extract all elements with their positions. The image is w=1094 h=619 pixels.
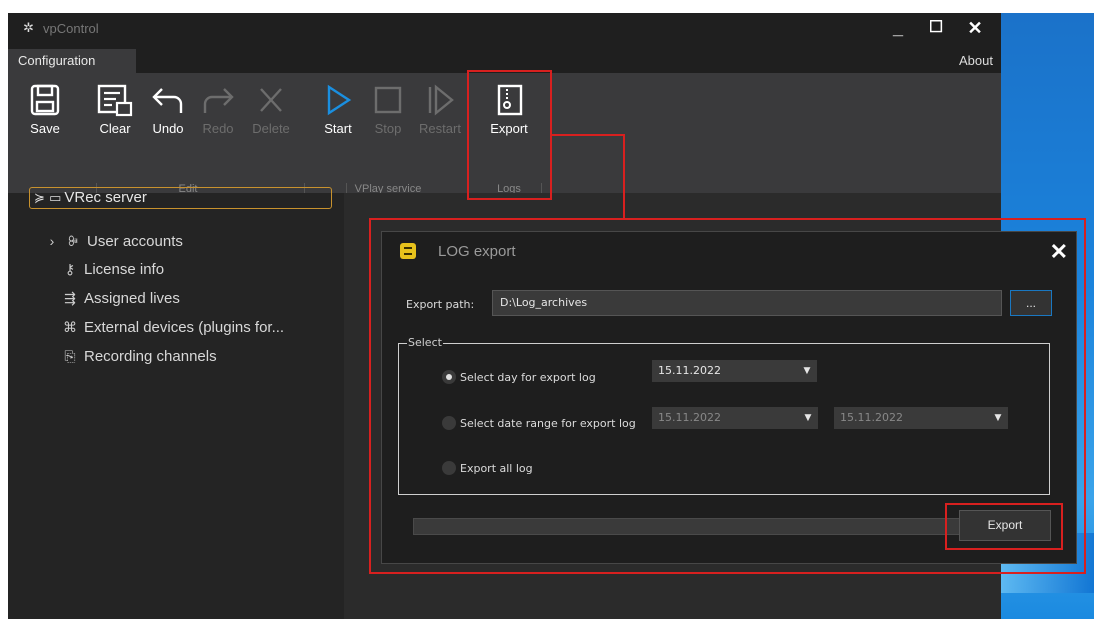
- start-label: Start: [324, 121, 352, 136]
- tree-item-user-accounts[interactable]: › ꔭ User accounts: [45, 230, 183, 252]
- play-icon: [327, 84, 352, 116]
- highlight-connector: [623, 134, 625, 219]
- save-label: Save: [30, 121, 60, 136]
- restart-label: Restart: [419, 121, 461, 136]
- clear-icon: [97, 84, 133, 117]
- users-icon: ꔭ: [67, 233, 79, 249]
- delete-icon: [260, 88, 282, 112]
- highlight-export-button: [945, 503, 1063, 550]
- tree-root-vrec-server[interactable]: ≽ ▭ VRec server: [29, 187, 332, 209]
- tree-item-assigned-lives[interactable]: ⇶ Assigned lives: [60, 287, 180, 309]
- undo-button[interactable]: Undo: [143, 83, 193, 136]
- undo-label: Undo: [152, 121, 184, 136]
- clear-label: Clear: [99, 121, 131, 136]
- assign-icon: ⇶: [64, 290, 76, 306]
- tree-item-license-info[interactable]: ⚷ License info: [60, 258, 164, 280]
- title-bar: ✲ vpControl _ ☐ ✕: [8, 13, 1001, 43]
- tab-configuration[interactable]: Configuration: [8, 49, 136, 73]
- chevron-down-icon[interactable]: ≽: [34, 190, 45, 205]
- plugin-icon: ⌘: [63, 319, 77, 335]
- about-link[interactable]: About: [959, 53, 993, 68]
- window-title: vpControl: [43, 21, 99, 36]
- stop-button[interactable]: Stop: [363, 83, 413, 136]
- redo-icon: [203, 88, 234, 113]
- highlight-export-ribbon: [467, 70, 552, 200]
- tree-panel: [8, 193, 344, 619]
- restart-icon: [428, 84, 454, 116]
- tree-item-recording-channels[interactable]: ⎘ Recording channels: [60, 345, 216, 367]
- close-window-button[interactable]: ✕: [960, 17, 990, 39]
- channel-icon: ⎘: [64, 348, 76, 364]
- clear-button[interactable]: Clear: [90, 83, 140, 136]
- save-button[interactable]: Save: [20, 83, 70, 136]
- stop-label: Stop: [374, 121, 402, 136]
- start-button[interactable]: Start: [313, 83, 363, 136]
- tree-item-external-devices[interactable]: ⌘ External devices (plugins for...: [60, 316, 284, 338]
- minimize-button[interactable]: _: [883, 17, 913, 39]
- redo-label: Redo: [202, 121, 234, 136]
- save-icon: [30, 84, 60, 116]
- tab-bar: Configuration About: [8, 43, 1001, 73]
- monitor-icon: ▭: [49, 190, 62, 205]
- delete-label: Delete: [252, 121, 290, 136]
- restart-button[interactable]: Restart: [415, 83, 465, 136]
- highlight-connector: [551, 134, 625, 136]
- delete-button[interactable]: Delete: [246, 83, 296, 136]
- key-icon: ⚷: [64, 261, 76, 277]
- chevron-right-icon[interactable]: ›: [45, 230, 59, 252]
- gear-icon: ✲: [23, 20, 34, 35]
- tree-root-label: VRec server: [64, 189, 147, 206]
- redo-button[interactable]: Redo: [193, 83, 243, 136]
- maximize-button[interactable]: ☐: [921, 17, 951, 39]
- stop-icon: [374, 86, 402, 114]
- undo-icon: [152, 88, 183, 113]
